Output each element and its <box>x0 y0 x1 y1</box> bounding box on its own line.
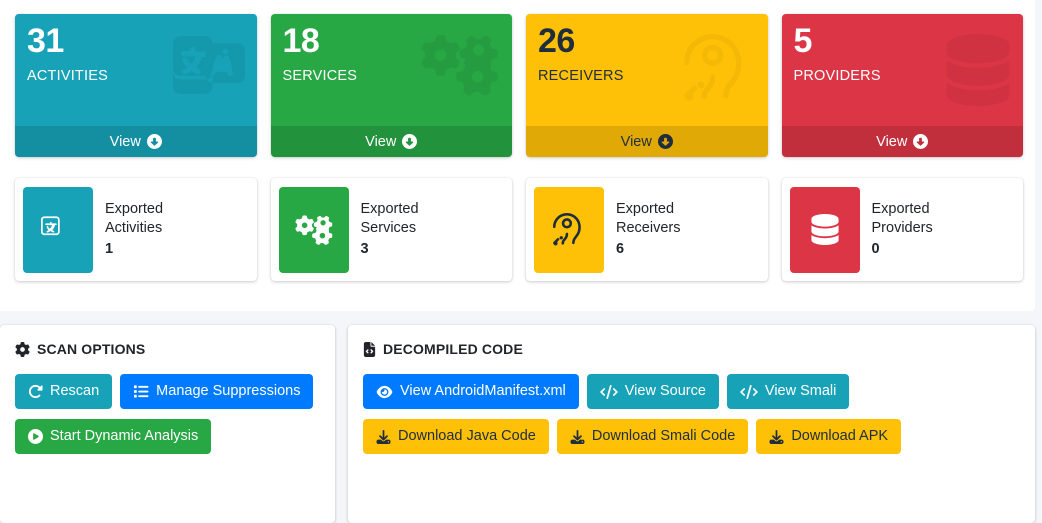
cogs-icon <box>279 187 349 273</box>
exported-label-line1: Exported <box>105 200 163 219</box>
view-android-manifest-button[interactable]: View AndroidManifest.xml <box>363 374 579 409</box>
language-icon <box>23 187 93 273</box>
download-smali-code-button-label: Download Smali Code <box>592 429 735 444</box>
code-icon <box>740 385 758 399</box>
stat-card-activities[interactable]: 31 ACTIVITIES View <box>15 14 257 157</box>
bottom-card-row: SCAN OPTIONS Rescan Manage Suppressions <box>0 325 1035 523</box>
rescan-button-label: Rescan <box>50 384 99 399</box>
scan-options-title-text: SCAN OPTIONS <box>37 341 145 357</box>
exported-box-row: Exported Activities 1 Exported Services … <box>15 178 1023 281</box>
stat-number: 26 <box>538 24 756 60</box>
start-dynamic-analysis-button[interactable]: Start Dynamic Analysis <box>15 419 211 454</box>
exported-count: 3 <box>361 240 419 259</box>
download-icon <box>376 430 391 444</box>
download-icon <box>570 430 585 444</box>
circle-down-icon <box>402 134 417 149</box>
decompiled-code-button-row-1: View AndroidManifest.xml View Source Vie… <box>363 374 1020 409</box>
exported-label-line2: Receivers <box>616 219 680 238</box>
exported-label-line2: Activities <box>105 219 163 238</box>
exported-box-content: Exported Services 3 <box>349 200 429 258</box>
decompiled-code-title: DECOMPILED CODE <box>363 341 1020 357</box>
circle-down-icon <box>658 134 673 149</box>
view-label: View <box>621 134 652 150</box>
stat-card-receivers[interactable]: 26 RECEIVERS View <box>526 14 768 157</box>
exported-label-line1: Exported <box>616 200 680 219</box>
stat-number: 5 <box>794 24 1012 60</box>
stat-card-view-link[interactable]: View <box>782 126 1024 157</box>
stat-card-body: 18 SERVICES <box>271 14 513 84</box>
view-smali-button[interactable]: View Smali <box>727 374 849 409</box>
download-java-code-button-label: Download Java Code <box>398 429 536 444</box>
exported-count: 1 <box>105 240 163 259</box>
exported-count: 6 <box>616 240 680 259</box>
exported-count: 0 <box>872 240 933 259</box>
stat-number: 18 <box>283 24 501 60</box>
view-source-button-label: View Source <box>625 384 706 399</box>
code-icon <box>600 385 618 399</box>
stat-label: PROVIDERS <box>794 68 1012 84</box>
dashboard-page: 31 ACTIVITIES View 18 SERVICES <box>0 0 1042 523</box>
gear-icon <box>15 342 30 357</box>
exported-box-content: Exported Activities 1 <box>93 200 173 258</box>
view-label: View <box>110 134 141 150</box>
start-dynamic-analysis-button-label: Start Dynamic Analysis <box>50 429 198 444</box>
download-apk-button-label: Download APK <box>791 429 888 444</box>
download-java-code-button[interactable]: Download Java Code <box>363 419 549 454</box>
stat-card-body: 31 ACTIVITIES <box>15 14 257 84</box>
stat-card-row: 31 ACTIVITIES View 18 SERVICES <box>15 14 1023 157</box>
decompiled-code-card: DECOMPILED CODE View AndroidManifest.xml… <box>348 325 1035 523</box>
exported-box-providers: Exported Providers 0 <box>782 178 1024 281</box>
stat-label: SERVICES <box>283 68 501 84</box>
exported-label-line2: Services <box>361 219 419 238</box>
stat-number: 31 <box>27 24 245 60</box>
stat-card-view-link[interactable]: View <box>15 126 257 157</box>
exported-label-line1: Exported <box>361 200 419 219</box>
play-icon <box>28 429 43 444</box>
circle-down-icon <box>913 134 928 149</box>
stat-label: RECEIVERS <box>538 68 756 84</box>
assistive-listening-icon <box>534 187 604 273</box>
stat-label: ACTIVITIES <box>27 68 245 84</box>
download-icon <box>769 430 784 444</box>
download-apk-button[interactable]: Download APK <box>756 419 901 454</box>
view-android-manifest-button-label: View AndroidManifest.xml <box>400 384 566 399</box>
exported-label-line2: Providers <box>872 219 933 238</box>
view-label: View <box>365 134 396 150</box>
stat-card-services[interactable]: 18 SERVICES View <box>271 14 513 157</box>
scan-options-title: SCAN OPTIONS <box>15 341 320 357</box>
file-code-icon <box>363 342 376 357</box>
view-source-button[interactable]: View Source <box>587 374 719 409</box>
circle-down-icon <box>147 134 162 149</box>
exported-box-activities: Exported Activities 1 <box>15 178 257 281</box>
sync-icon <box>28 384 43 399</box>
decompiled-code-title-text: DECOMPILED CODE <box>383 341 523 357</box>
view-smali-button-label: View Smali <box>765 384 836 399</box>
database-icon <box>790 187 860 273</box>
exported-box-content: Exported Receivers 6 <box>604 200 690 258</box>
manage-suppressions-button[interactable]: Manage Suppressions <box>120 374 313 409</box>
exported-box-services: Exported Services 3 <box>271 178 513 281</box>
scan-options-card: SCAN OPTIONS Rescan Manage Suppressions <box>0 325 335 523</box>
stat-card-providers[interactable]: 5 PROVIDERS View <box>782 14 1024 157</box>
scan-options-button-row-1: Rescan Manage Suppressions <box>15 374 320 409</box>
manage-suppressions-button-label: Manage Suppressions <box>156 384 300 399</box>
exported-label-line1: Exported <box>872 200 933 219</box>
stat-card-view-link[interactable]: View <box>271 126 513 157</box>
view-label: View <box>876 134 907 150</box>
scan-options-button-row-2: Start Dynamic Analysis <box>15 419 320 454</box>
stat-card-view-link[interactable]: View <box>526 126 768 157</box>
exported-box-receivers: Exported Receivers 6 <box>526 178 768 281</box>
summary-panel: 31 ACTIVITIES View 18 SERVICES <box>0 0 1035 311</box>
exported-box-content: Exported Providers 0 <box>860 200 943 258</box>
list-icon <box>133 384 149 399</box>
download-smali-code-button[interactable]: Download Smali Code <box>557 419 748 454</box>
stat-card-body: 5 PROVIDERS <box>782 14 1024 84</box>
rescan-button[interactable]: Rescan <box>15 374 112 409</box>
eye-icon <box>376 385 393 399</box>
stat-card-body: 26 RECEIVERS <box>526 14 768 84</box>
decompiled-code-button-row-2: Download Java Code Download Smali Code D… <box>363 419 1020 454</box>
